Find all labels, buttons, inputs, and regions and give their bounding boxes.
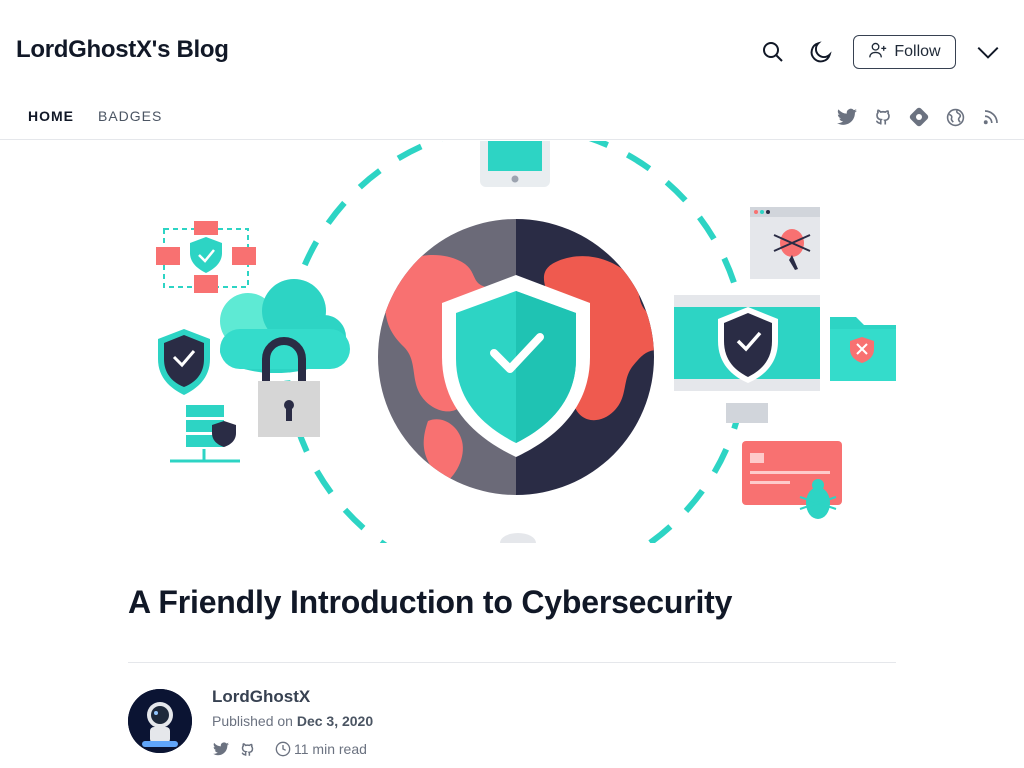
folder-alert-icon (830, 317, 896, 381)
search-icon[interactable] (755, 34, 791, 70)
card-bug-icon (742, 441, 842, 519)
follow-button[interactable]: Follow (853, 35, 956, 69)
post-title: A Friendly Introduction to Cybersecurity (128, 584, 733, 620)
rss-icon[interactable] (980, 106, 1002, 128)
cover-image (128, 141, 896, 543)
moon-icon[interactable] (803, 34, 839, 70)
chevron-down-icon[interactable] (970, 34, 1006, 70)
monitor-shield-icon (674, 295, 820, 423)
blog-header: LordGhostX's Blog Follow HOME BADGES (0, 0, 1024, 140)
main-nav: HOME BADGES (16, 108, 174, 124)
twitter-icon[interactable] (212, 740, 230, 758)
github-icon[interactable] (238, 740, 256, 758)
server-shield-icon (170, 405, 240, 463)
nav-item-home[interactable]: HOME (16, 108, 86, 124)
published-prefix: Published on (212, 713, 293, 729)
nav-item-badges[interactable]: BADGES (86, 108, 174, 124)
author-name[interactable]: LordGhostX (212, 687, 310, 707)
user-plus-icon (868, 41, 888, 64)
bug-window-icon (750, 207, 820, 279)
follow-label: Follow (894, 43, 941, 60)
author-meta: 11 min read (212, 740, 367, 758)
cloud-lock-icon (220, 279, 350, 437)
publish-info: Published on Dec 3, 2020 (212, 713, 373, 729)
blog-title[interactable]: LordGhostX's Blog (16, 36, 229, 64)
clock-icon (274, 740, 292, 758)
github-icon[interactable] (872, 106, 894, 128)
tablet-icon (480, 141, 550, 187)
published-date: Dec 3, 2020 (296, 713, 374, 729)
divider (128, 662, 896, 663)
twitter-icon[interactable] (836, 106, 858, 128)
social-links (836, 106, 1002, 128)
read-time: 11 min read (294, 741, 367, 757)
globe-icon[interactable] (944, 106, 966, 128)
avatar[interactable] (128, 689, 192, 753)
dark-shield-icon (158, 329, 210, 395)
network-shield-icon (156, 221, 256, 293)
hashnode-icon[interactable] (908, 106, 930, 128)
